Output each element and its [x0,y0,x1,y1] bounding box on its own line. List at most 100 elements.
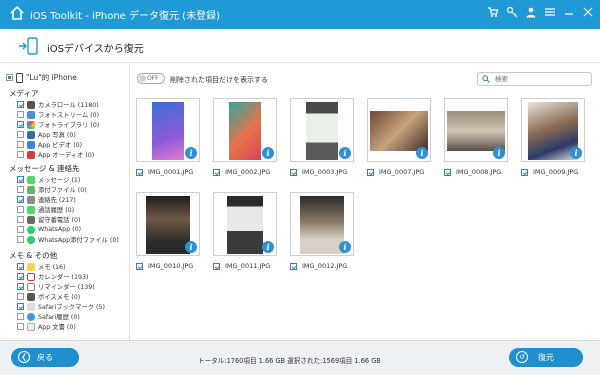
minimize-icon[interactable] [562,6,575,19]
photo-checkbox[interactable] [290,262,297,270]
recover-button[interactable]: ↺ 復元 [509,348,583,367]
info-icon[interactable]: i [570,147,582,159]
sidebar-item-safari-bookmarks[interactable]: Safariブックマーク (5) [17,302,105,311]
device-row[interactable]: "Lu"的 iPhone [6,72,77,83]
sidebar-item-calendar[interactable]: カレンダー (193) [17,272,88,281]
safari-icon [27,312,35,321]
sidebar-item-label: App ビデオ (0) [38,142,83,149]
photo-thumbnail[interactable]: i [213,98,277,162]
item-checkbox[interactable] [17,313,24,320]
photo-caption: IMG_0001.JPG [136,168,193,176]
photo-checkbox[interactable] [136,168,143,176]
photo-checkbox[interactable] [213,168,220,176]
photo-checkbox[interactable] [136,262,143,270]
recover-button-label: 復元 [538,353,554,362]
photo-checkbox[interactable] [367,168,374,176]
deleted-only-label: 削除された項目だけを表示する [170,76,268,84]
sidebar-item-call-history[interactable]: 通話履歴 (0) [17,205,74,214]
sidebar-item-contacts[interactable]: 連絡先 (217) [17,195,76,204]
photo-item[interactable]: i IMG_0010.JPG [136,192,200,284]
back-button[interactable]: ❮ 戻る [11,348,79,367]
photo-item[interactable]: i IMG_0009.JPG [521,98,585,190]
photo-thumbnail[interactable]: i [367,98,431,162]
sidebar-item-app-videos[interactable]: App ビデオ (0) [17,140,82,149]
photo-item[interactable]: i IMG_0001.JPG [136,98,200,190]
user-icon[interactable] [524,6,537,19]
photo-checkbox[interactable] [521,168,528,176]
whatsapp-icon [27,225,35,234]
photo-checkbox[interactable] [213,262,220,270]
photo-thumbnail[interactable]: i [213,192,277,256]
sidebar-item-camera-roll[interactable]: カメラロール (1180) [17,100,99,109]
photo-thumbnail[interactable]: i [290,192,354,256]
info-icon[interactable]: i [262,147,274,159]
sidebar-item-label: Safari履歴 (0) [38,314,80,321]
sidebar-item-app-audio[interactable]: App オーディオ (0) [17,150,94,159]
photo-item[interactable]: i IMG_0002.JPG [213,98,277,190]
camera-icon [27,100,35,109]
info-icon[interactable]: i [339,147,351,159]
sidebar-item-whatsapp-attachments[interactable]: WhatsApp添付ファイル (0) [17,235,119,244]
sidebar-item-whatsapp[interactable]: WhatsApp (0) [17,225,81,234]
item-checkbox[interactable] [17,273,24,280]
item-checkbox[interactable] [17,236,24,243]
photo-item[interactable]: i IMG_0007.JPG [367,98,431,190]
item-checkbox[interactable] [17,283,24,290]
info-icon[interactable]: i [493,147,505,159]
search-box[interactable] [477,72,592,86]
sidebar-item-safari-history[interactable]: Safari履歴 (0) [17,312,80,321]
sidebar-item-photo-stream[interactable]: フォトストリーム (0) [17,110,99,119]
item-checkbox[interactable] [17,186,24,193]
sidebar-item-attachments[interactable]: 添付ファイル (0) [17,185,87,194]
photo-item[interactable]: i IMG_0003.JPG [290,98,354,190]
item-checkbox[interactable] [17,303,24,310]
photo-item[interactable]: i IMG_0008.JPG [444,98,508,190]
deleted-only-toggle[interactable]: OFF [137,73,165,84]
photo-item[interactable]: i IMG_0011.JPG [213,192,277,284]
sidebar-item-reminders[interactable]: リマインダー (139) [17,282,95,291]
info-icon[interactable]: i [185,147,197,159]
cart-icon[interactable] [486,6,499,19]
item-checkbox[interactable] [17,101,24,108]
info-icon[interactable]: i [262,241,274,253]
info-icon[interactable]: i [416,147,428,159]
item-checkbox[interactable] [17,176,24,183]
item-checkbox[interactable] [17,323,24,330]
photo-filename: IMG_0010.JPG [148,262,194,270]
photo-thumbnail[interactable]: i [521,98,585,162]
item-checkbox[interactable] [17,206,24,213]
item-checkbox[interactable] [17,151,24,158]
item-checkbox[interactable] [17,263,24,270]
sidebar-item-photo-library[interactable]: フォトライブラリ (0) [17,120,99,129]
sidebar-item-voicemail[interactable]: 留守番電話 (0) [17,215,80,224]
photo-thumbnail[interactable]: i [444,98,508,162]
search-input[interactable] [495,74,589,84]
sidebar-item-app-photos[interactable]: App 写真 (0) [17,130,76,139]
sidebar-item-voice-memos[interactable]: ボイスメモ (0) [17,292,80,301]
menu-icon[interactable] [543,6,556,19]
item-checkbox[interactable] [17,121,24,128]
sidebar-item-messages[interactable]: メッセージ (1) [17,175,80,184]
sidebar-item-app-documents[interactable]: App 文書 (0) [17,322,76,331]
item-checkbox[interactable] [17,293,24,300]
sidebar-item-notes[interactable]: メモ (16) [17,262,66,271]
item-checkbox[interactable] [17,226,24,233]
photo-thumbnail[interactable]: i [136,98,200,162]
photo-checkbox[interactable] [290,168,297,176]
close-icon[interactable] [581,6,594,19]
item-checkbox[interactable] [17,141,24,148]
device-checkbox[interactable] [6,74,13,81]
photo-checkbox[interactable] [444,168,451,176]
selection-stats: トータル:1760項目 1.66 GB 選択された:1569項目 1.66 GB [198,357,381,365]
item-checkbox[interactable] [17,111,24,118]
photo-thumbnail[interactable]: i [290,98,354,162]
item-checkbox[interactable] [17,216,24,223]
photo-thumbnail[interactable]: i [136,192,200,256]
item-checkbox[interactable] [17,131,24,138]
photo-item[interactable]: i IMG_0012.JPG [290,192,354,284]
key-icon[interactable] [505,6,518,19]
info-icon[interactable]: i [339,241,351,253]
item-checkbox[interactable] [17,196,24,203]
category-media: メディア [9,89,39,98]
info-icon[interactable]: i [185,241,197,253]
